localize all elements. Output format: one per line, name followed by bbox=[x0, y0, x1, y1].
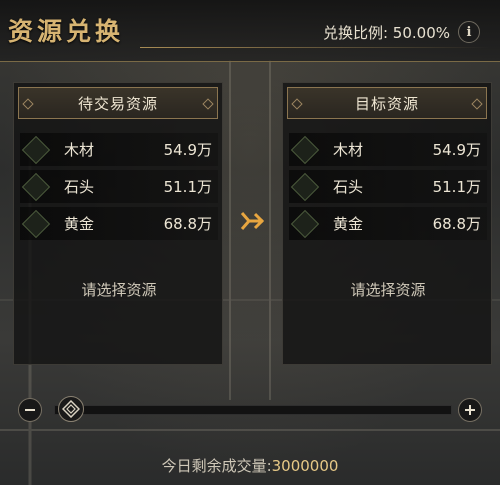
target-panel-title: 目标资源 bbox=[287, 87, 487, 119]
daily-remaining-value: 3000000 bbox=[271, 457, 339, 475]
info-icon[interactable]: i bbox=[458, 21, 480, 43]
header-bar: 资源兑换 兑换比例: 50.00% i bbox=[0, 0, 500, 62]
minus-icon bbox=[25, 409, 35, 411]
gold-icon bbox=[290, 209, 320, 238]
source-resource-stone[interactable]: 石头 51.1万 bbox=[20, 170, 218, 203]
target-resource-list: 木材 54.9万 石头 51.1万 黄金 68.8万 bbox=[289, 133, 487, 244]
resource-amount: 54.9万 bbox=[432, 141, 481, 159]
resource-amount: 68.8万 bbox=[163, 215, 212, 233]
resource-name: 木材 bbox=[64, 141, 95, 159]
source-panel-title: 待交易资源 bbox=[18, 87, 218, 119]
diamond-thumb-icon bbox=[62, 400, 80, 418]
wood-icon bbox=[21, 135, 51, 164]
amount-slider bbox=[14, 394, 486, 426]
daily-remaining-volume: 今日剩余成交量:3000000 bbox=[0, 455, 500, 476]
exchange-ratio: 兑换比例: 50.00% bbox=[323, 22, 450, 43]
daily-remaining-label: 今日剩余成交量: bbox=[161, 457, 272, 475]
target-resource-gold[interactable]: 黄金 68.8万 bbox=[289, 207, 487, 240]
exchange-ratio-label: 兑换比例: bbox=[322, 24, 389, 42]
minus-button[interactable] bbox=[18, 398, 42, 422]
source-resource-wood[interactable]: 木材 54.9万 bbox=[20, 133, 218, 166]
stone-icon bbox=[21, 172, 51, 201]
resource-amount: 54.9万 bbox=[163, 141, 212, 159]
source-resource-panel: 待交易资源 木材 54.9万 石头 51.1万 黄金 68.8万 请选择资源 bbox=[13, 82, 223, 365]
wood-icon bbox=[290, 135, 320, 164]
arrow-right-icon bbox=[240, 212, 265, 230]
resource-name: 石头 bbox=[64, 178, 95, 196]
slider-track[interactable] bbox=[54, 405, 452, 415]
target-resource-panel: 目标资源 木材 54.9万 石头 51.1万 黄金 68.8万 请选择资源 bbox=[282, 82, 492, 365]
plus-icon bbox=[465, 405, 475, 415]
source-resource-list: 木材 54.9万 石头 51.1万 黄金 68.8万 bbox=[20, 133, 218, 244]
slider-thumb[interactable] bbox=[58, 396, 84, 422]
target-resource-stone[interactable]: 石头 51.1万 bbox=[289, 170, 487, 203]
target-resource-wood[interactable]: 木材 54.9万 bbox=[289, 133, 487, 166]
stone-icon bbox=[290, 172, 320, 201]
resource-amount: 68.8万 bbox=[432, 215, 481, 233]
resource-name: 黄金 bbox=[64, 215, 95, 233]
resource-name: 黄金 bbox=[333, 215, 364, 233]
resource-name: 石头 bbox=[333, 178, 364, 196]
exchange-ratio-value: 50.00% bbox=[392, 24, 450, 42]
resource-amount: 51.1万 bbox=[163, 178, 212, 196]
gold-icon bbox=[21, 209, 51, 238]
resource-amount: 51.1万 bbox=[432, 178, 481, 196]
title-divider bbox=[140, 47, 490, 48]
source-select-placeholder: 请选择资源 bbox=[81, 281, 157, 299]
target-select-placeholder: 请选择资源 bbox=[350, 281, 426, 299]
resource-name: 木材 bbox=[333, 141, 364, 159]
page-title: 资源兑换 bbox=[8, 17, 125, 46]
source-resource-gold[interactable]: 黄金 68.8万 bbox=[20, 207, 218, 240]
plus-button[interactable] bbox=[458, 398, 482, 422]
